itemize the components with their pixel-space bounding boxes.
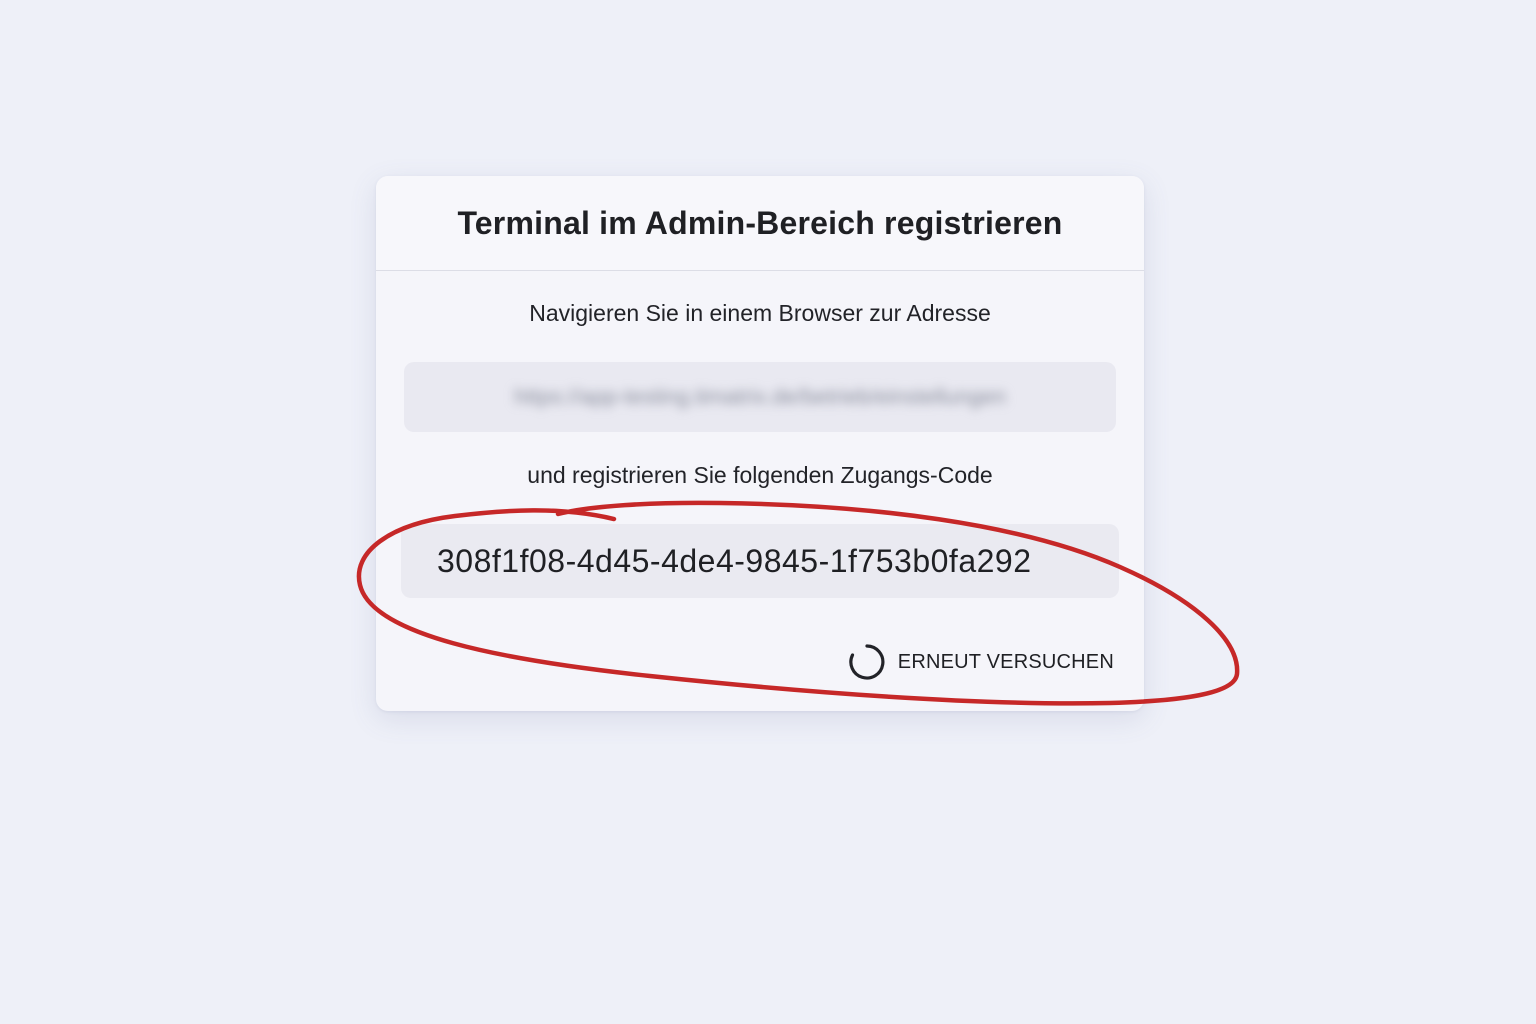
access-code-box[interactable]: 308f1f08-4d45-4de4-9845-1f753b0fa292 — [401, 524, 1119, 598]
admin-url-text: https://app-testing.timatrix.de/betrieb/… — [514, 384, 1006, 409]
access-code-text: 308f1f08-4d45-4de4-9845-1f753b0fa292 — [437, 542, 1032, 579]
loading-spinner-icon — [848, 643, 886, 681]
card-title: Terminal im Admin-Bereich registrieren — [457, 204, 1063, 241]
loading-spinner-svg — [849, 644, 885, 680]
retry-button[interactable]: ERNEUT VERSUCHEN — [848, 642, 1114, 682]
card-header: Terminal im Admin-Bereich registrieren — [376, 176, 1144, 271]
registration-card: Terminal im Admin-Bereich registrieren N… — [376, 176, 1144, 711]
spinner-arc — [849, 644, 885, 680]
admin-url-box[interactable]: https://app-testing.timatrix.de/betrieb/… — [404, 362, 1116, 432]
retry-button-label: ERNEUT VERSUCHEN — [897, 650, 1114, 673]
instruction-navigate: Navigieren Sie in einem Browser zur Adre… — [529, 300, 991, 326]
instruction-register-code: und registrieren Sie folgenden Zugangs-C… — [527, 462, 993, 488]
